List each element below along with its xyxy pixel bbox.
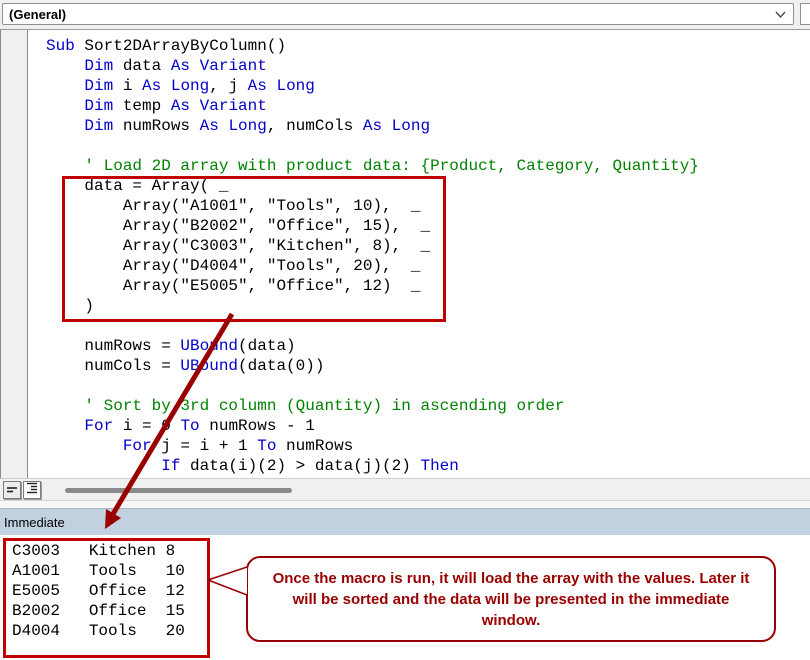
horizontal-scrollbar[interactable] xyxy=(0,478,810,501)
immediate-output-line: D4004 Tools 20 xyxy=(12,621,185,641)
margin-indicator-bar xyxy=(1,30,28,478)
code-line: Array("D4004", "Tools", 20), _ xyxy=(46,256,699,276)
immediate-title: Immediate xyxy=(0,515,65,530)
code-content[interactable]: Sub Sort2DArrayByColumn() Dim data As Va… xyxy=(46,36,699,476)
immediate-titlebar[interactable]: Immediate xyxy=(0,508,810,536)
full-module-view-icon xyxy=(27,481,38,499)
code-line: If data(i)(2) > data(j)(2) Then xyxy=(46,456,699,476)
full-module-view-button[interactable] xyxy=(23,481,41,499)
general-dropdown-value: (General) xyxy=(3,7,771,22)
code-line xyxy=(46,136,699,156)
code-line: Dim i As Long, j As Long xyxy=(46,76,699,96)
procedure-view-icon xyxy=(7,481,18,499)
code-line: data = Array( _ xyxy=(46,176,699,196)
callout-text: Once the macro is run, it will load the … xyxy=(264,568,758,631)
immediate-output-line: E5005 Office 12 xyxy=(12,581,185,601)
code-line: ' Sort by 3rd column (Quantity) in ascen… xyxy=(46,396,699,416)
procedure-toolbar: (General) xyxy=(0,0,810,30)
procedure-view-button[interactable] xyxy=(3,481,21,499)
code-line: numRows = UBound(data) xyxy=(46,336,699,356)
immediate-output-line: C3003 Kitchen 8 xyxy=(12,541,185,561)
code-line: Dim data As Variant xyxy=(46,56,699,76)
code-line: Dim temp As Variant xyxy=(46,96,699,116)
immediate-output-line: A1001 Tools 10 xyxy=(12,561,185,581)
code-line: numCols = UBound(data(0)) xyxy=(46,356,699,376)
code-line: For j = i + 1 To numRows xyxy=(46,436,699,456)
immediate-output-line: B2002 Office 15 xyxy=(12,601,185,621)
code-line xyxy=(46,376,699,396)
code-line: Array("E5005", "Office", 12) _ xyxy=(46,276,699,296)
immediate-output[interactable]: C3003 Kitchen 8A1001 Tools 10E5005 Offic… xyxy=(12,541,185,641)
code-editor[interactable]: Sub Sort2DArrayByColumn() Dim data As Va… xyxy=(0,30,810,478)
code-line: Sub Sort2DArrayByColumn() xyxy=(46,36,699,56)
callout-bubble: Once the macro is run, it will load the … xyxy=(246,556,776,642)
code-line xyxy=(46,316,699,336)
chevron-down-icon[interactable] xyxy=(771,10,789,19)
code-line: Array("C3003", "Kitchen", 8), _ xyxy=(46,236,699,256)
scrollbar-thumb[interactable] xyxy=(65,488,292,493)
code-line: Array("B2002", "Office", 15), _ xyxy=(46,216,699,236)
adjacent-dropdown-edge xyxy=(800,3,810,25)
code-line: ) xyxy=(46,296,699,316)
code-line: For i = 0 To numRows - 1 xyxy=(46,416,699,436)
code-line: Dim numRows As Long, numCols As Long xyxy=(46,116,699,136)
code-line: ' Load 2D array with product data: {Prod… xyxy=(46,156,699,176)
code-line: Array("A1001", "Tools", 10), _ xyxy=(46,196,699,216)
general-dropdown[interactable]: (General) xyxy=(2,3,794,25)
